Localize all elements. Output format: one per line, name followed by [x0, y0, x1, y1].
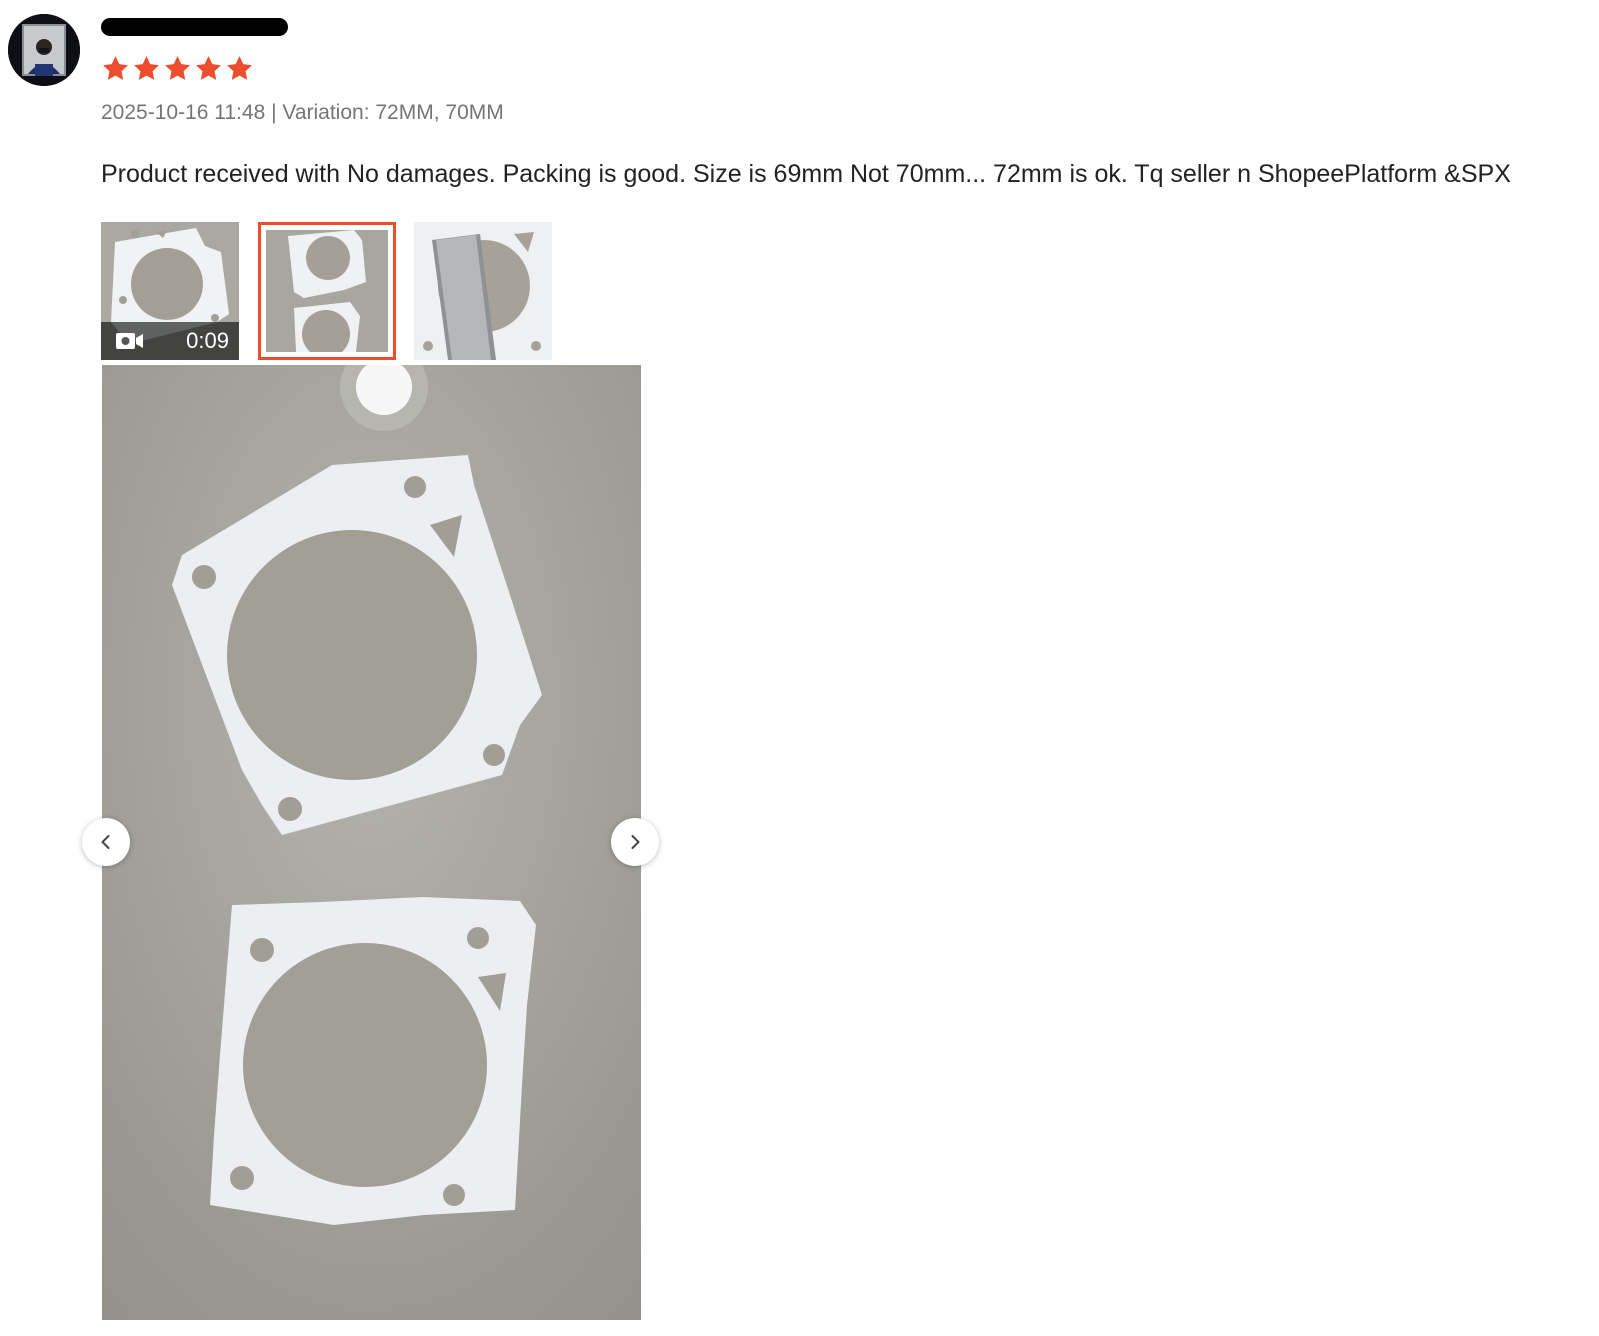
star-icon	[165, 56, 190, 80]
chevron-right-icon	[631, 835, 640, 849]
photo-thumbnail-image	[266, 230, 388, 352]
reviewer-avatar[interactable]	[8, 14, 80, 86]
review-meta: 2025-10-16 11:48 | Variation: 72MM, 70MM	[101, 100, 504, 126]
star-icon	[134, 56, 159, 80]
next-photo-button[interactable]	[611, 818, 659, 866]
video-camera-icon	[116, 333, 143, 349]
chevron-left-icon	[101, 835, 110, 849]
main-photo-viewer[interactable]	[102, 365, 641, 1320]
star-icon	[196, 56, 221, 80]
media-thumbnail-video[interactable]: 0:09	[101, 222, 239, 360]
media-thumbnail-selected[interactable]	[258, 222, 396, 360]
rating-stars	[101, 54, 254, 83]
variation-value: 72MM, 70MM	[375, 101, 504, 124]
video-duration: 0:09	[186, 328, 229, 353]
media-thumbnail-photo[interactable]	[414, 222, 552, 360]
previous-photo-button[interactable]	[82, 818, 130, 866]
review-text: Product received with No damages. Packin…	[101, 160, 1511, 188]
reviewer-username[interactable]: chanyu_m8	[101, 18, 288, 36]
main-photo-image	[102, 365, 641, 1320]
photo-thumbnail-image	[414, 222, 552, 360]
meta-separator: |	[265, 101, 283, 124]
review-date: 2025-10-16 11:48	[101, 101, 266, 124]
star-icon	[227, 56, 252, 80]
variation-label: Variation:	[282, 101, 376, 124]
video-duration-bar: 0:09	[101, 322, 239, 360]
star-icon	[103, 56, 128, 80]
avatar-image	[8, 14, 80, 86]
